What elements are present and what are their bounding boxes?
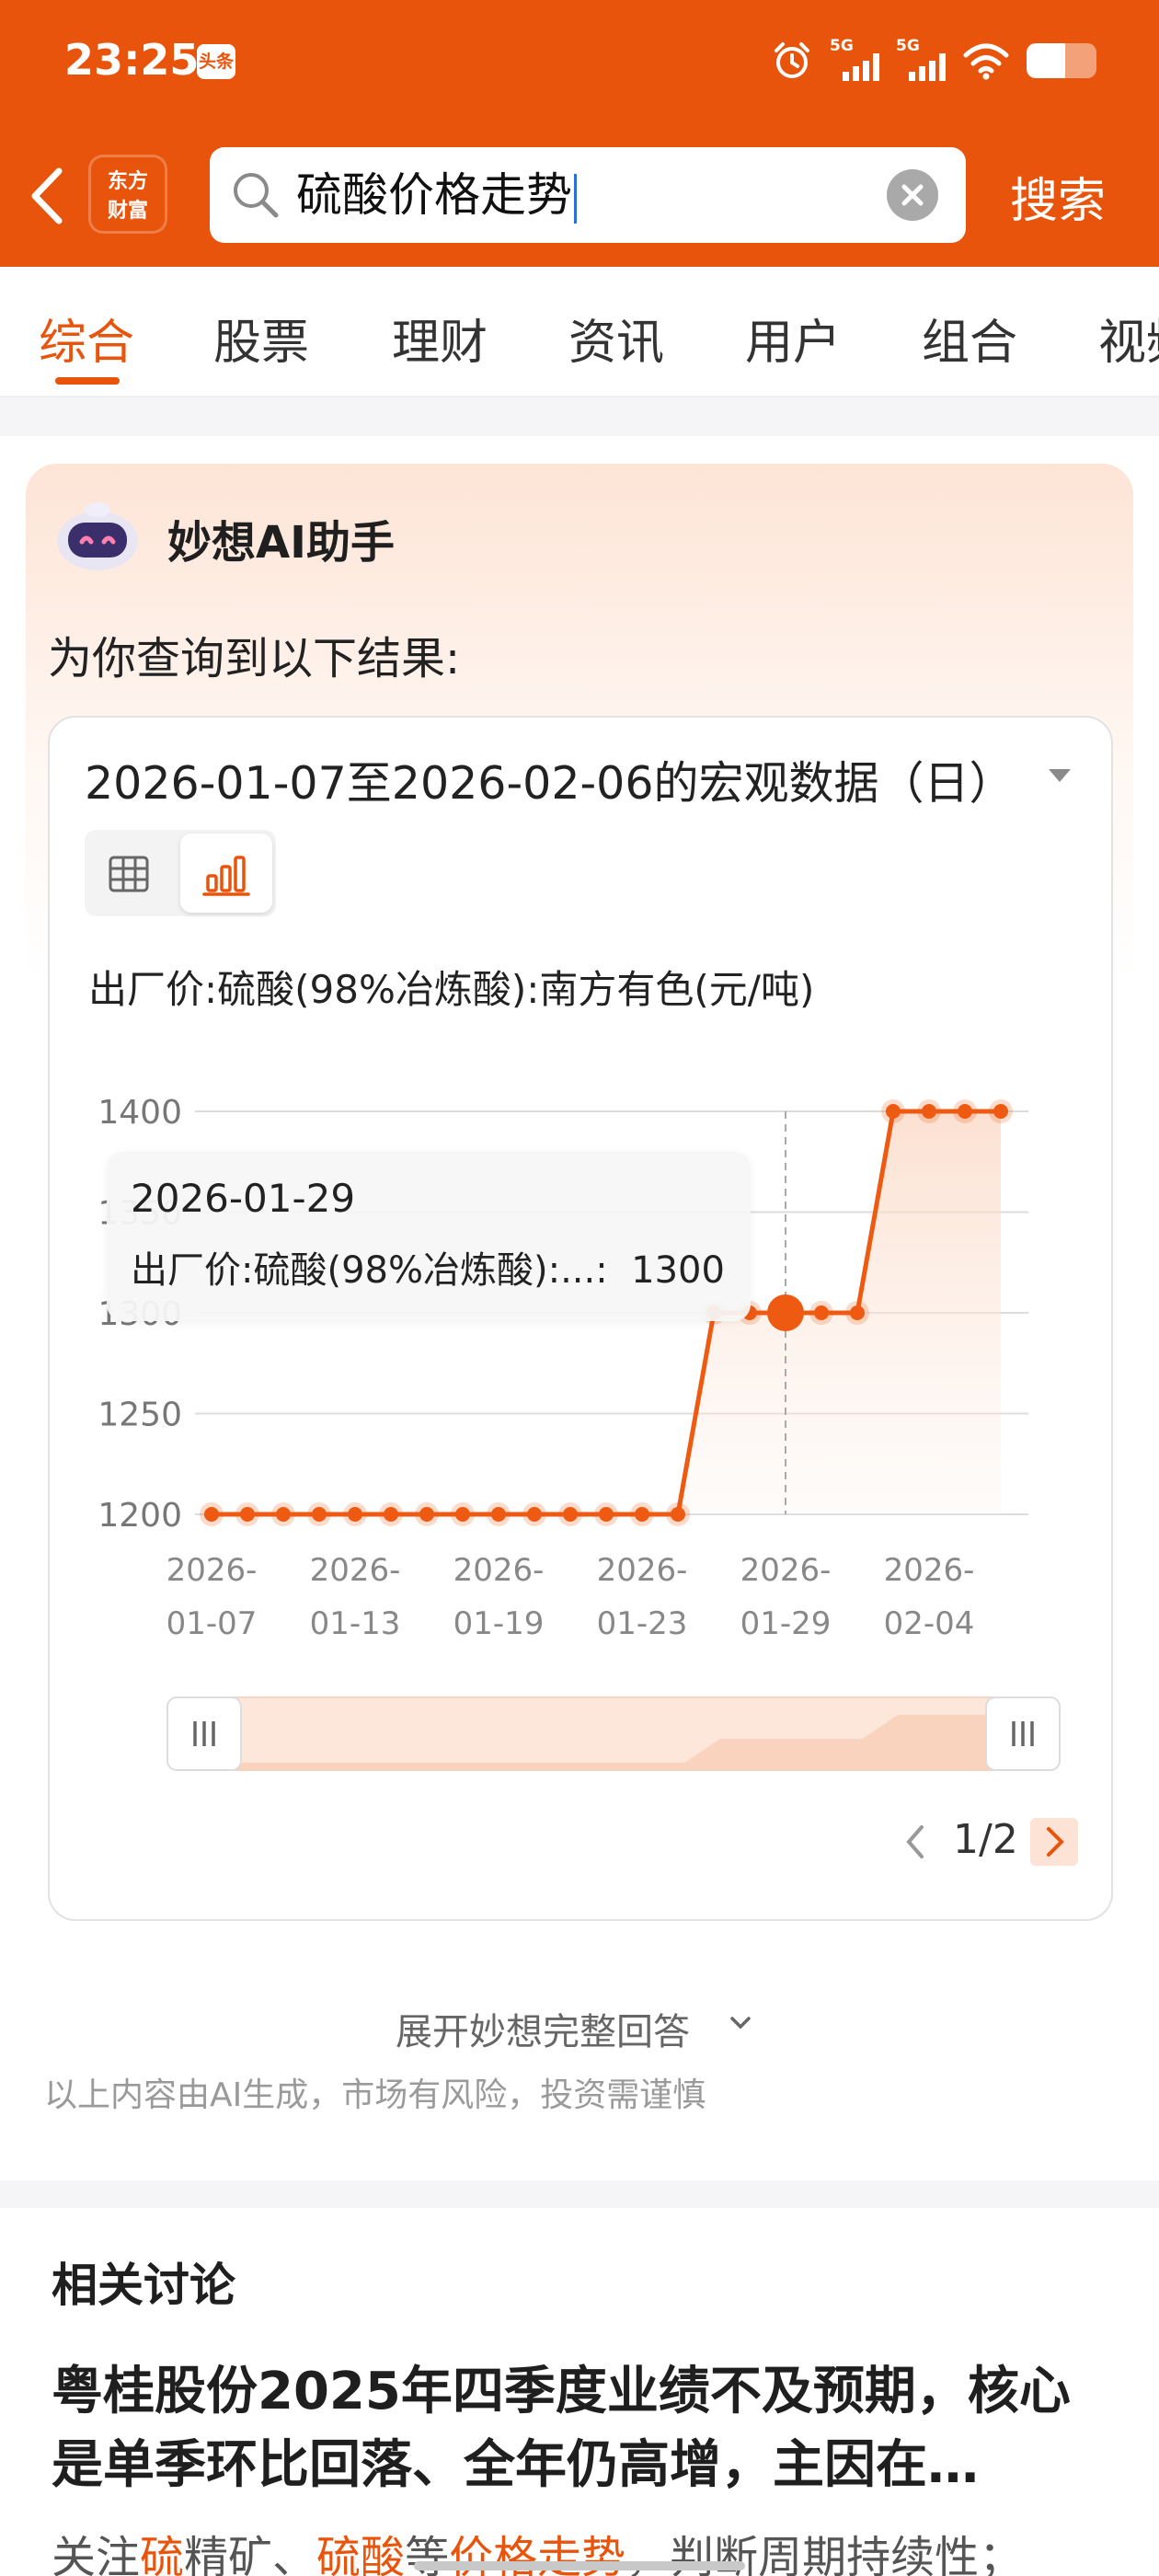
result-pager: 1/2 — [901, 1814, 1085, 1869]
y-tick-1250: 1250 — [98, 1397, 182, 1434]
data-point-2026-02-02 — [850, 1305, 865, 1320]
data-point-2026-01-15 — [419, 1507, 434, 1522]
y-tick-1200: 1200 — [98, 1497, 182, 1535]
series-title: 出厂价:硫酸(98%冶炼酸):南方有色(元/吨) — [88, 967, 815, 1012]
ai-assistant-title: 妙想AI助手 — [167, 517, 396, 569]
x-tick-2026-01-23: 2026-01-23 — [597, 1552, 688, 1642]
data-point-2026-02-05 — [958, 1104, 972, 1119]
search-bar[interactable]: 硫酸价格走势 — [210, 147, 966, 243]
active-tab-indicator — [55, 377, 120, 385]
y-tick-1400: 1400 — [98, 1094, 182, 1132]
search-icon — [234, 173, 279, 218]
data-range-selector[interactable]: 2026-01-07至2026-02-06的宏观数据（日） — [85, 747, 1015, 812]
tab-视频[interactable]: 视频 — [1098, 304, 1159, 373]
tab-综合[interactable]: 综合 — [39, 304, 134, 373]
tab-资讯[interactable]: 资讯 — [568, 304, 664, 373]
expand-answer-link[interactable]: 展开妙想完整回答 — [396, 2002, 690, 2055]
data-point-2026-02-04 — [922, 1104, 936, 1119]
data-point-2026-01-30 — [814, 1305, 829, 1320]
x-tick-2026-02-04: 2026-02-04 — [884, 1552, 975, 1642]
wifi-icon — [963, 43, 1009, 80]
data-point-2026-01-12 — [312, 1507, 327, 1522]
clear-search-button[interactable] — [887, 169, 938, 221]
data-point-2026-01-19 — [491, 1507, 506, 1522]
chevron-down-icon[interactable] — [727, 2009, 754, 2037]
table-view-icon[interactable] — [103, 848, 155, 900]
home-indicator[interactable] — [414, 2561, 745, 2570]
section-divider-2 — [0, 2180, 1159, 2208]
tab-股票[interactable]: 股票 — [213, 304, 309, 373]
alarm-icon — [775, 42, 809, 78]
next-page-button[interactable] — [1030, 1818, 1078, 1866]
chart-view-button[interactable] — [180, 834, 272, 913]
data-point-2026-01-07 — [204, 1507, 219, 1522]
status-time: 23:25 — [64, 35, 200, 85]
search-button[interactable]: 搜索 — [1010, 162, 1106, 231]
data-point-2026-01-26 — [671, 1507, 685, 1522]
search-input[interactable]: 硫酸价格走势 — [296, 166, 577, 224]
eastmoney-logo[interactable]: 东方 财富 — [88, 155, 167, 234]
related-discussion-title: 相关讨论 — [52, 2259, 235, 2312]
data-point-2026-01-14 — [384, 1507, 398, 1522]
close-icon — [901, 184, 924, 206]
tooltip-value: 1300 — [631, 1249, 725, 1292]
data-point-2026-02-06 — [993, 1104, 1008, 1119]
x-tick-2026-01-19: 2026-01-19 — [453, 1552, 545, 1642]
back-arrow-icon[interactable] — [24, 166, 70, 226]
page-indicator: 1/2 — [953, 1816, 1018, 1863]
signal-icon: 5G — [830, 37, 879, 83]
x-tick-2026-01-07: 2026-01-07 — [166, 1552, 258, 1642]
x-tick-2026-01-29: 2026-01-29 — [740, 1552, 832, 1642]
prev-page-icon[interactable] — [901, 1822, 929, 1862]
data-point-2026-01-09 — [276, 1507, 291, 1522]
toutiao-badge: 头条 — [197, 44, 235, 79]
data-point-2026-01-22 — [599, 1507, 614, 1522]
data-point-2026-01-23 — [635, 1507, 649, 1522]
data-point-2026-01-08 — [240, 1507, 255, 1522]
chart-tooltip: 2026-01-29 出厂价:硫酸(98%冶炼酸):...: 1300 — [107, 1152, 751, 1321]
ai-result-intro: 为你查询到以下结果: — [48, 633, 461, 684]
data-point-2026-01-21 — [563, 1507, 578, 1522]
robot-avatar-icon — [57, 502, 138, 570]
tab-用户[interactable]: 用户 — [745, 304, 841, 373]
data-point-2026-02-03 — [886, 1104, 901, 1119]
tab-理财[interactable]: 理财 — [392, 304, 488, 373]
signal-icon-2: 5G — [896, 37, 946, 83]
category-tabs: 综合 股票 理财 资讯 用户 组合 视频 — [0, 267, 1159, 397]
battery-icon — [1027, 43, 1096, 78]
data-point-2026-01-16 — [455, 1507, 470, 1522]
status-icons: 5G 5G — [771, 35, 1096, 86]
data-point-2026-01-20 — [527, 1507, 542, 1522]
ai-disclaimer: 以上内容由AI生成，市场有风险，投资需谨慎 — [44, 2076, 706, 2114]
tooltip-series: 出厂价:硫酸(98%冶炼酸):...: 1300 — [131, 1249, 725, 1292]
dropdown-triangle-icon[interactable] — [1049, 769, 1071, 782]
x-tick-2026-01-13: 2026-01-13 — [310, 1552, 401, 1642]
bar-chart-icon — [202, 856, 250, 896]
chevron-right-icon — [1047, 1827, 1064, 1857]
article-title[interactable]: 粤桂股份2025年四季度业绩不及预期，核心是单季环比回落、全年仍高增，主因在… — [52, 2355, 1109, 2502]
tooltip-date: 2026-01-29 — [131, 1176, 356, 1221]
section-divider — [0, 397, 1159, 436]
tab-组合[interactable]: 组合 — [922, 304, 1017, 373]
data-point-2026-01-29 — [767, 1294, 804, 1331]
data-point-2026-01-13 — [348, 1507, 362, 1522]
